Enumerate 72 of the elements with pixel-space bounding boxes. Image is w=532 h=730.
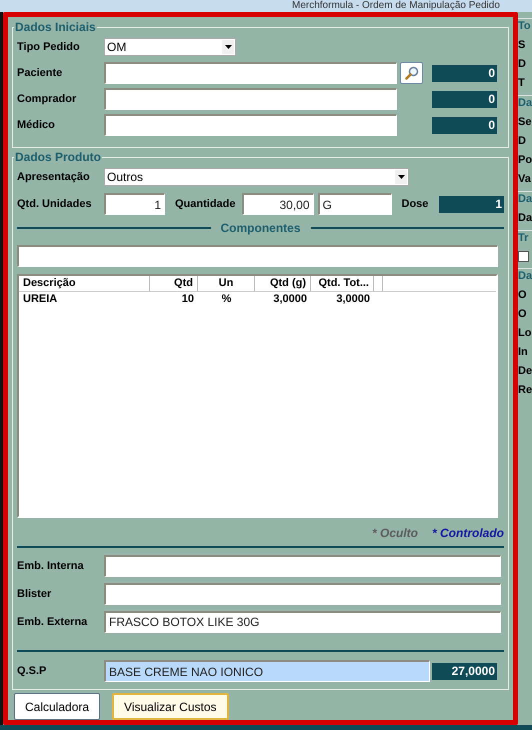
field-label: Lo [518, 327, 532, 339]
field-label: Re [518, 384, 532, 396]
field-label: De [518, 365, 532, 377]
input-field[interactable] [104, 62, 397, 84]
table-cell-text: 3,0000 [272, 292, 308, 307]
action-button[interactable]: Calculadora [14, 693, 100, 720]
action-button[interactable]: Visualizar Custos [112, 693, 229, 720]
field-label: Apresentação [17, 171, 91, 183]
field-label: Blister [17, 588, 52, 600]
input-field[interactable]: 1 [104, 193, 165, 215]
section-title: Da [518, 270, 532, 282]
field-label: T [518, 77, 526, 89]
field-label: Emb. Interna [17, 560, 85, 572]
group-title: Dados Iniciais [14, 20, 97, 34]
code-display: 27,0000 [432, 662, 497, 680]
table-cell-text: 3,0000 [335, 292, 371, 307]
section-title: To [518, 20, 532, 32]
section-title: Da [518, 193, 532, 205]
field-label: S [518, 39, 526, 51]
section-title: Da [518, 97, 532, 109]
search-icon [404, 66, 418, 80]
table-cell-text: 10 [180, 292, 195, 307]
checkbox[interactable] [518, 251, 529, 262]
column-header[interactable]: Descrição [19, 276, 150, 291]
field-label: D [518, 135, 527, 147]
legend-text: * Controlado [432, 526, 504, 540]
dropdown[interactable]: OM [104, 38, 236, 56]
input-field[interactable] [104, 582, 501, 604]
field-label: Q.S.P [17, 665, 48, 677]
field-label: Médico [17, 119, 56, 131]
input-field[interactable] [104, 554, 501, 576]
search-field[interactable] [17, 245, 498, 267]
code-display: 0 [432, 116, 497, 134]
window-title: Merchformula - Ordem de Manipulação Pedido [292, 0, 500, 12]
field-label: Va [518, 173, 532, 185]
table-cell-text: % [220, 292, 232, 307]
column-header[interactable]: Qtd (g) [255, 276, 311, 291]
field-label: Dose [402, 198, 430, 210]
caret-icon[interactable] [395, 170, 407, 184]
input-field[interactable]: BASE CREME NAO IONICO [104, 660, 430, 682]
field-label: In [518, 346, 529, 358]
table-cell-text: UREIA [22, 292, 58, 307]
input-field[interactable]: G [318, 193, 392, 215]
column-header[interactable]: Qtd. Tot... [311, 276, 374, 291]
input-field[interactable]: FRASCO BOTOX LIKE 30G [104, 610, 501, 632]
field-label: Se [518, 116, 532, 128]
field-label: Comprador [17, 93, 78, 105]
section-title: Tr [518, 232, 530, 244]
group-title: Dados Produto [14, 150, 102, 164]
dropdown[interactable]: Outros [104, 168, 409, 186]
field-label: Emb. Externa [17, 616, 88, 628]
caret-icon[interactable] [222, 40, 234, 54]
legend-text: * Oculto [372, 526, 418, 540]
field-label: O [518, 289, 528, 301]
code-display: 1 [439, 196, 504, 212]
code-display: 0 [432, 64, 497, 82]
column-header[interactable]: Qtd [150, 276, 198, 291]
field-label: O [518, 308, 528, 320]
search-button[interactable] [400, 62, 423, 84]
column-header[interactable]: Un [198, 276, 255, 291]
field-label: Tipo Pedido [17, 41, 81, 53]
field-label: Da [518, 212, 532, 224]
field-label: Po [518, 154, 532, 166]
field-label: D [518, 58, 527, 70]
input-field[interactable] [104, 88, 397, 110]
code-display: 0 [432, 90, 497, 108]
field-label: Quantidade [175, 198, 236, 210]
field-label: Qtd. Unidades [17, 198, 93, 210]
input-field[interactable] [104, 114, 397, 136]
field-label: Paciente [17, 67, 64, 79]
input-field[interactable]: 30,00 [242, 193, 314, 215]
section-title: Componentes [220, 221, 301, 235]
